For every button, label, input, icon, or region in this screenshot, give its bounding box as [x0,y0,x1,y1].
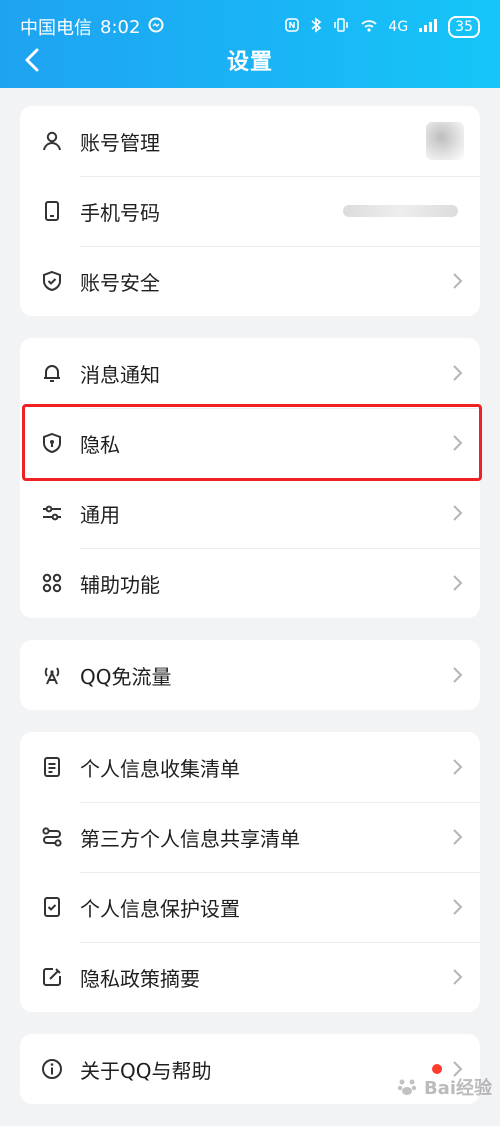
privacy-highlight-box [22,404,482,481]
back-button[interactable] [14,42,50,78]
settings-item-accessibility[interactable]: 辅助功能 [20,548,480,618]
page-title: 设置 [226,50,273,75]
avatar [426,122,464,160]
settings-item-label: 账号管理 [80,130,160,155]
chevron-right-icon [453,667,463,683]
settings-section-data: QQ免流量 [20,640,480,710]
settings-list: 账号管理 手机号码 账号安全 消息通知 隐私 通用 辅助功能 QQ免流量 个人信… [20,106,480,1126]
settings-item-label: QQ免流量 [80,664,172,689]
document-list-icon [44,757,60,777]
settings-section-personal-info: 个人信息收集清单 第三方个人信息共享清单 个人信息保护设置 隐私政策摘要 [20,732,480,1012]
carrier: 中国电信 [20,18,92,39]
settings-item-privacy-policy-summary[interactable]: 隐私政策摘要 [20,942,480,1012]
chevron-right-icon [453,273,463,289]
chevron-right-icon [453,1061,463,1077]
update-badge [432,1064,442,1074]
settings-item-label: 隐私政策摘要 [80,966,200,991]
nfc-icon [284,17,300,37]
settings-item-phone-number[interactable]: 手机号码 [20,176,480,246]
bluetooth-icon [310,17,322,37]
notification-icon [148,17,164,38]
settings-item-free-data[interactable]: QQ免流量 [20,640,480,710]
settings-item-label: 关于QQ与帮助 [80,1058,212,1083]
settings-section-about: 关于QQ与帮助 [20,1034,480,1104]
title-bar: 设置 [0,40,500,80]
settings-item-label: 通用 [80,502,120,527]
chevron-right-icon [453,575,463,591]
chevron-right-icon [453,969,463,985]
signal-icon [418,17,438,37]
settings-item-label: 个人信息保护设置 [80,896,240,921]
time: 8:02 [100,16,141,38]
grid-icon [42,573,62,593]
vibrate-icon [332,17,350,37]
settings-item-info-protection[interactable]: 个人信息保护设置 [20,872,480,942]
settings-item-label: 手机号码 [80,200,160,225]
phone-number-value [343,205,458,217]
settings-item-notifications[interactable]: 消息通知 [20,338,480,408]
settings-item-info-collection-list[interactable]: 个人信息收集清单 [20,732,480,802]
wifi-icon [360,17,378,37]
chevron-right-icon [453,365,463,381]
settings-item-label: 第三方个人信息共享清单 [80,826,300,851]
settings-item-label: 个人信息收集清单 [80,756,240,781]
settings-item-account-management[interactable]: 账号管理 [20,106,480,176]
chevron-right-icon [453,899,463,915]
chevron-right-icon [453,505,463,521]
settings-section-account: 账号管理 手机号码 账号安全 [20,106,480,316]
settings-item-general[interactable]: 通用 [20,478,480,548]
network-type: 4G [388,19,409,35]
signal-tower-icon [44,667,60,685]
settings-item-label: 账号安全 [80,270,160,295]
settings-item-third-party-sharing[interactable]: 第三方个人信息共享清单 [20,802,480,872]
share-icon [42,827,62,847]
phone-icon [45,201,59,221]
settings-item-about-help[interactable]: 关于QQ与帮助 [20,1034,480,1104]
settings-item-label: 辅助功能 [80,572,160,597]
settings-item-account-security[interactable]: 账号安全 [20,246,480,316]
user-icon [43,131,61,151]
sliders-icon [43,505,61,521]
chevron-right-icon [453,759,463,775]
chevron-right-icon [453,829,463,845]
edit-icon [43,968,61,986]
battery-indicator: 35 [448,16,480,38]
info-icon [42,1059,62,1079]
chevron-left-icon [25,48,39,72]
header: 中国电信 8:02 4G 35 设置 [0,0,500,88]
check-doc-icon [44,897,60,917]
bell-icon [44,365,60,382]
settings-item-label: 消息通知 [80,362,160,387]
shield-check-icon [43,270,61,292]
